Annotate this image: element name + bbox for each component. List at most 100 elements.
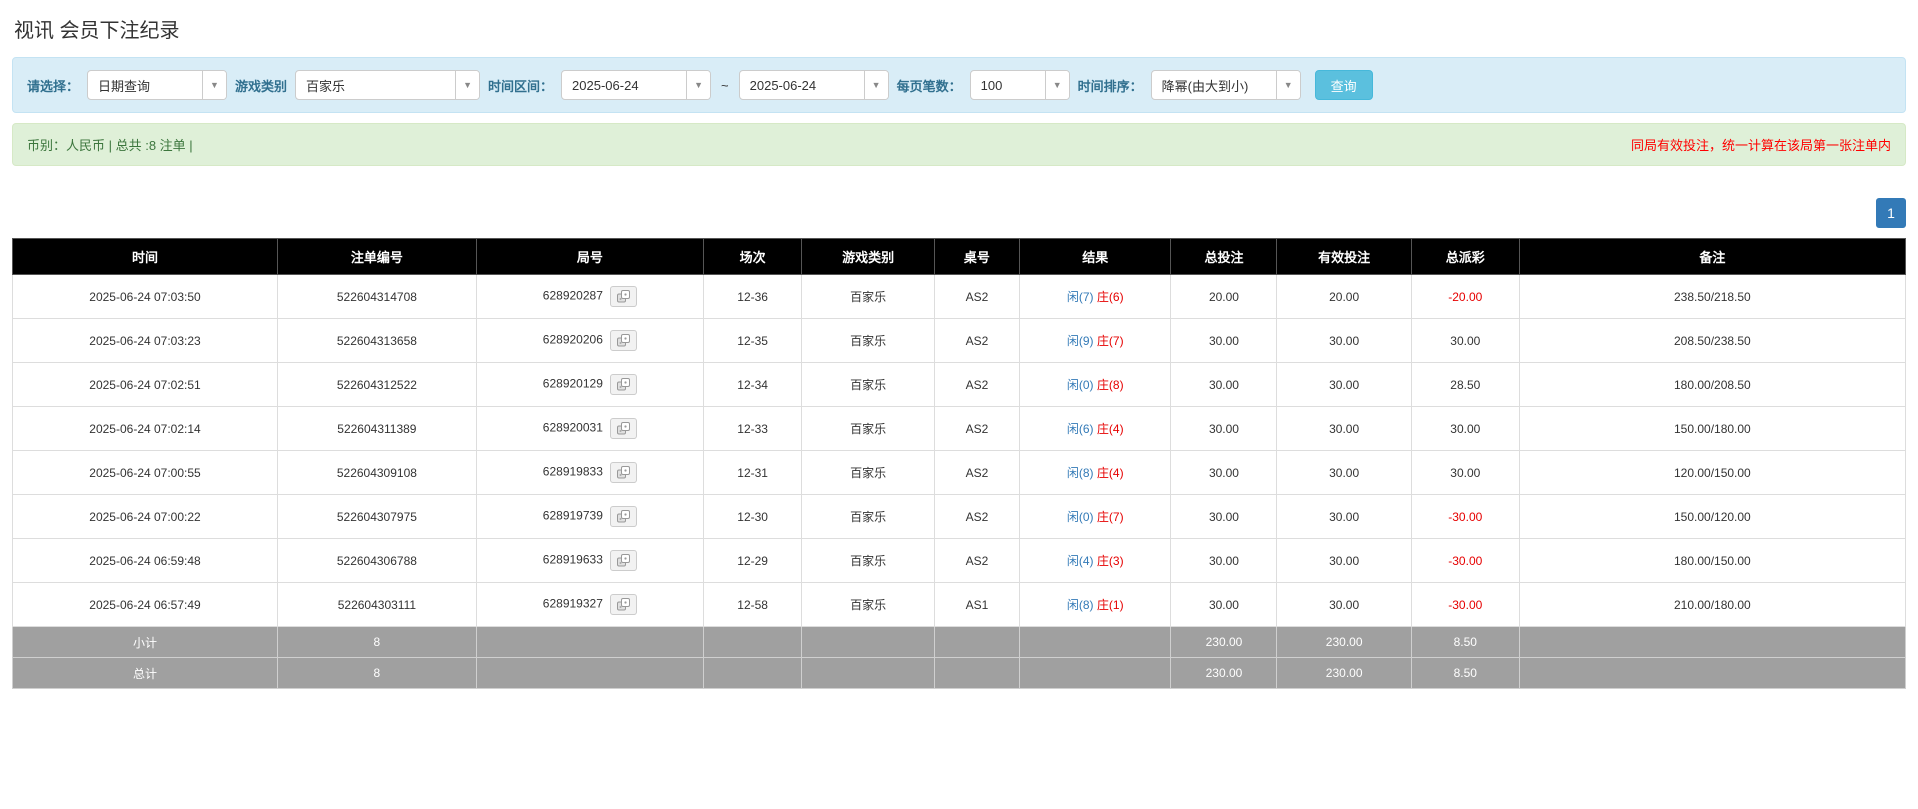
session-cell: 12-29	[702, 538, 803, 583]
header-table-no: 桌号	[933, 238, 1021, 275]
subtotal-total-bet: 230.00	[1170, 626, 1278, 658]
result-cell: 闲(0) 庄(7)	[1019, 494, 1172, 539]
note-cell: 150.00/120.00	[1518, 494, 1907, 539]
round-no: 628920206	[542, 332, 603, 347]
page-size-value: 100	[980, 77, 1003, 93]
game-type-cell: 百家乐	[801, 362, 935, 407]
round-no-cell: 628919633	[475, 538, 704, 583]
payout-cell: -30.00	[1410, 538, 1520, 583]
date-to-dropdown[interactable]: 2025-06-24 ▼	[738, 70, 889, 100]
valid-bet-cell: 30.00	[1276, 538, 1412, 583]
session-cell: 12-34	[702, 362, 803, 407]
page-1-button[interactable]: 1	[1876, 198, 1906, 228]
game-type-cell: 百家乐	[801, 450, 935, 495]
chevron-down-icon[interactable]: ▼	[863, 71, 888, 99]
road-map-button[interactable]	[609, 462, 637, 483]
dice-icon	[616, 378, 630, 391]
grand-total-payout: 8.50	[1410, 657, 1520, 689]
page-size-label: 每页笔数：	[896, 78, 962, 94]
grand-total-label: 总计	[11, 657, 279, 689]
dice-icon	[616, 598, 630, 611]
chevron-down-icon[interactable]: ▼	[1275, 71, 1300, 99]
time-cell: 2025-06-24 07:00:55	[11, 450, 279, 495]
total-bet-cell[interactable]: 30.00	[1170, 582, 1278, 627]
session-cell: 12-36	[702, 274, 803, 319]
game-type-cell: 百家乐	[801, 582, 935, 627]
road-map-button[interactable]	[609, 506, 637, 527]
result-player: 闲(4)	[1066, 554, 1094, 568]
total-bet-cell[interactable]: 30.00	[1170, 406, 1278, 451]
valid-bet-cell: 30.00	[1276, 362, 1412, 407]
result-cell: 闲(9) 庄(7)	[1019, 318, 1172, 363]
table-row: 2025-06-24 06:57:49 522604303111 6289193…	[11, 582, 1907, 627]
dice-icon	[616, 290, 630, 303]
table-no-cell: AS2	[933, 494, 1021, 539]
payout-cell: 30.00	[1410, 450, 1520, 495]
total-bet-cell[interactable]: 30.00	[1170, 450, 1278, 495]
currency-total-text: 币别：人民币 | 总共 :8 注单 |	[27, 138, 193, 153]
game-type-cell: 百家乐	[801, 318, 935, 363]
result-player: 闲(0)	[1066, 378, 1094, 392]
select-type-dropdown[interactable]: 日期查询 ▼	[87, 70, 228, 100]
game-type-label: 游戏类别	[235, 78, 288, 94]
payout-cell: -30.00	[1410, 582, 1520, 627]
table-row: 2025-06-24 07:02:14 522604311389 6289200…	[11, 406, 1907, 451]
table-no-cell: AS1	[933, 582, 1021, 627]
bet-no-cell: 522604303111	[277, 582, 477, 627]
search-button[interactable]: 查询	[1314, 70, 1373, 100]
road-map-button[interactable]	[609, 374, 637, 395]
result-banker: 庄(3)	[1096, 554, 1124, 568]
round-no-cell: 628919739	[475, 494, 704, 539]
road-map-button[interactable]	[609, 594, 637, 615]
road-map-button[interactable]	[609, 550, 637, 571]
table-row: 2025-06-24 07:02:51 522604312522 6289201…	[11, 362, 1907, 407]
chevron-down-icon[interactable]: ▼	[686, 71, 711, 99]
time-sort-dropdown[interactable]: 降幂(由大到小) ▼	[1150, 70, 1301, 100]
round-no-cell: 628920129	[475, 362, 704, 407]
road-map-button[interactable]	[609, 286, 637, 307]
round-no-cell: 628920206	[475, 318, 704, 363]
total-bet-cell[interactable]: 20.00	[1170, 274, 1278, 319]
road-map-button[interactable]	[609, 418, 637, 439]
note-cell: 180.00/208.50	[1518, 362, 1907, 407]
result-player: 闲(9)	[1066, 334, 1094, 348]
bet-no-cell: 522604307975	[277, 494, 477, 539]
chevron-down-icon[interactable]: ▼	[1044, 71, 1069, 99]
valid-bet-cell: 30.00	[1276, 318, 1412, 363]
valid-bet-cell: 30.00	[1276, 582, 1412, 627]
chevron-down-icon[interactable]: ▼	[202, 71, 227, 99]
session-cell: 12-33	[702, 406, 803, 451]
select-type-label: 请选择：	[27, 78, 80, 94]
total-bet-cell[interactable]: 30.00	[1170, 538, 1278, 583]
total-bet-cell[interactable]: 30.00	[1170, 362, 1278, 407]
road-map-button[interactable]	[609, 330, 637, 351]
result-cell: 闲(0) 庄(8)	[1019, 362, 1172, 407]
payout-cell: 28.50	[1410, 362, 1520, 407]
time-cell: 2025-06-24 06:57:49	[11, 582, 279, 627]
range-separator: ~	[721, 77, 729, 93]
result-cell: 闲(8) 庄(1)	[1019, 582, 1172, 627]
dice-icon	[616, 334, 630, 347]
payout-cell: 30.00	[1410, 318, 1520, 363]
round-no-cell: 628919327	[475, 582, 704, 627]
subtotal-count: 8	[277, 626, 477, 658]
dice-icon	[616, 554, 630, 567]
result-cell: 闲(7) 庄(6)	[1019, 274, 1172, 319]
total-bet-cell[interactable]: 30.00	[1170, 494, 1278, 539]
table-row: 2025-06-24 06:59:48 522604306788 6289196…	[11, 538, 1907, 583]
result-player: 闲(8)	[1066, 598, 1094, 612]
game-type-cell: 百家乐	[801, 406, 935, 451]
round-no: 628919327	[542, 596, 603, 611]
game-type-dropdown[interactable]: 百家乐 ▼	[295, 70, 481, 100]
result-cell: 闲(6) 庄(4)	[1019, 406, 1172, 451]
page-size-dropdown[interactable]: 100 ▼	[969, 70, 1070, 100]
result-cell: 闲(4) 庄(3)	[1019, 538, 1172, 583]
chevron-down-icon[interactable]: ▼	[455, 71, 480, 99]
valid-bet-notice: 同局有效投注，统一计算在该局第一张注单内	[1630, 138, 1891, 153]
payout-cell: 30.00	[1410, 406, 1520, 451]
table-no-cell: AS2	[933, 450, 1021, 495]
total-bet-cell[interactable]: 30.00	[1170, 318, 1278, 363]
date-from-dropdown[interactable]: 2025-06-24 ▼	[561, 70, 712, 100]
note-cell: 150.00/180.00	[1518, 406, 1907, 451]
time-cell: 2025-06-24 07:02:51	[11, 362, 279, 407]
